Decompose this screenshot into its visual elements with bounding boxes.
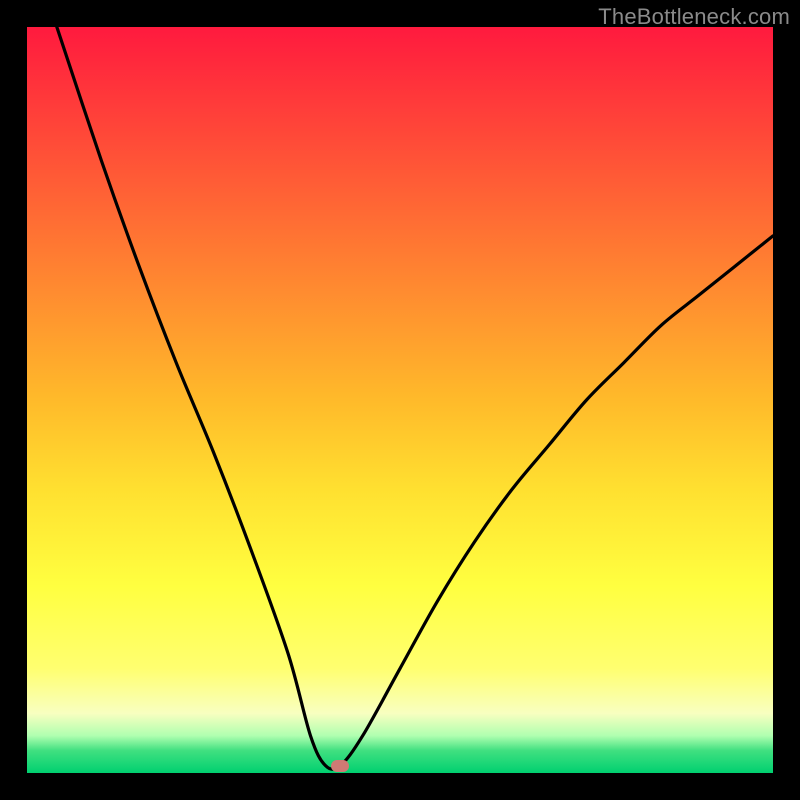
curve-svg <box>27 27 773 773</box>
plot-area <box>27 27 773 773</box>
optimum-marker <box>331 760 349 772</box>
chart-frame: TheBottleneck.com <box>0 0 800 800</box>
bottleneck-curve-path <box>57 27 773 769</box>
